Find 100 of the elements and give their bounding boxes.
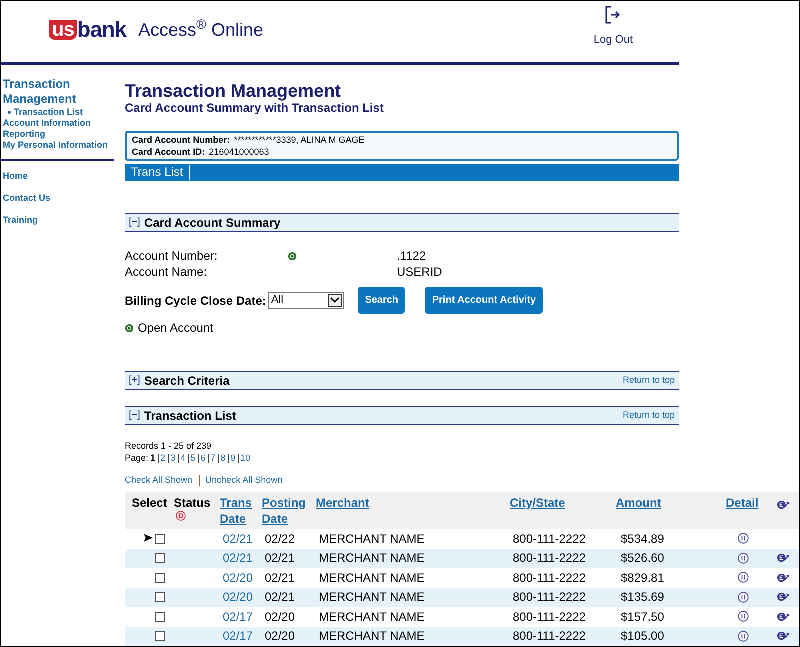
return-to-top-link[interactable]: Return to top: [622, 374, 675, 388]
section-toggle[interactable]: [−]: [129, 215, 140, 230]
uncheck-all-link[interactable]: Uncheck All Shown: [206, 474, 283, 486]
row-checkbox[interactable]: [155, 553, 165, 564]
section-toggle[interactable]: [−]: [129, 408, 140, 423]
logout-icon: [605, 6, 622, 24]
search-button[interactable]: Search: [358, 287, 406, 314]
sidebar-link[interactable]: Training: [3, 215, 114, 225]
detail-icon[interactable]: [738, 533, 749, 544]
export-icon[interactable]: [777, 553, 790, 564]
records-count: Records 1 - 25 of 239: [125, 440, 213, 452]
table-cell: $105.00: [621, 629, 664, 644]
billing-cycle-select[interactable]: All: [268, 292, 344, 309]
row-checkbox[interactable]: [155, 612, 165, 622]
export-icon[interactable]: [777, 500, 790, 510]
section-title: Search Criteria: [144, 372, 230, 390]
detail-icon[interactable]: [738, 630, 749, 642]
detail-icon[interactable]: [738, 552, 749, 564]
field-label: Account Name:: [125, 264, 208, 281]
page-link[interactable]: 8: [220, 452, 226, 464]
table-cell: MERCHANT NAME: [319, 551, 425, 566]
export-icon[interactable]: [777, 572, 790, 583]
table-cell: MERCHANT NAME: [319, 629, 425, 644]
field-value: ************3339, ALINA M GAGE: [234, 134, 365, 146]
column-header-link[interactable]: Trans Date: [220, 495, 259, 527]
field-value: .1122: [397, 248, 426, 265]
check-all-link[interactable]: Check All Shown: [125, 474, 193, 486]
row-checkbox[interactable]: [155, 572, 165, 583]
table-cell: MERCHANT NAME: [319, 532, 425, 546]
table-cell: $829.81: [621, 570, 664, 585]
logo-shield: us: [49, 20, 78, 40]
table-cell: 02/21: [265, 551, 296, 566]
table-cell: 02/20: [265, 629, 296, 644]
return-to-top-link[interactable]: Return to top: [622, 408, 675, 422]
product-name: Access$^{®}$ Online: [138, 20, 264, 40]
table-cell: 02/21: [265, 590, 296, 604]
logout-link[interactable]: Log Out: [594, 6, 633, 49]
row-checkbox[interactable]: [155, 631, 165, 642]
page-link[interactable]: 5: [190, 452, 196, 464]
column-header-link[interactable]: City/State: [510, 495, 566, 511]
sidebar-item[interactable]: Account Information: [3, 118, 114, 129]
column-header-link[interactable]: Detail: [726, 495, 759, 511]
section-toggle[interactable]: [+]: [129, 373, 140, 388]
sidebar-item[interactable]: My Personal Information: [3, 140, 114, 151]
page-link[interactable]: 9: [230, 452, 236, 464]
page-subtitle: Card Account Summary with Transaction List: [125, 101, 385, 115]
column-header-link[interactable]: Posting Date: [262, 495, 313, 527]
row-checkbox[interactable]: [155, 592, 165, 602]
table-cell: 800-111-2222: [513, 551, 586, 566]
table-cell: 800-111-2222: [513, 532, 586, 546]
transaction-date-link[interactable]: 02/21: [223, 532, 254, 546]
sidebar-subitem[interactable]: Transaction List: [14, 107, 84, 118]
status-dot-icon: [288, 252, 297, 260]
table-cell: 800-111-2222: [513, 570, 586, 585]
transaction-date-link[interactable]: 02/20: [223, 570, 254, 585]
field-label: Card Account Number:: [132, 134, 230, 146]
table-cell: 02/21: [265, 570, 296, 585]
sidebar-link[interactable]: Contact Us: [3, 193, 114, 203]
page-link[interactable]: 10: [240, 452, 251, 464]
page-link[interactable]: 6: [200, 452, 206, 464]
transaction-date-link[interactable]: 02/20: [223, 590, 254, 604]
table-cell: MERCHANT NAME: [319, 610, 425, 624]
column-header-link[interactable]: Merchant: [316, 495, 370, 511]
page-link[interactable]: 4: [180, 452, 186, 464]
page-title: Transaction Management: [125, 81, 342, 101]
table-cell: MERCHANT NAME: [319, 590, 425, 604]
page-link[interactable]: 2: [160, 452, 166, 464]
column-header: Status: [174, 496, 211, 510]
export-icon[interactable]: [777, 592, 790, 602]
detail-icon[interactable]: [738, 592, 749, 603]
export-icon[interactable]: [777, 612, 790, 622]
detail-icon[interactable]: [738, 572, 749, 584]
transaction-date-link[interactable]: 02/21: [223, 551, 254, 566]
page-link[interactable]: 3: [170, 452, 176, 464]
current-row-pointer-icon: [144, 534, 153, 542]
column-header-link[interactable]: Amount: [616, 495, 662, 511]
tab[interactable]: Trans List: [125, 165, 190, 180]
transaction-date-link[interactable]: 02/17: [223, 610, 254, 624]
table-cell: 800-111-2222: [513, 590, 586, 604]
sidebar-item[interactable]: Reporting: [3, 129, 114, 140]
print-button[interactable]: Print Account Activity: [425, 287, 544, 314]
logo-wordmark: bank: [77, 20, 126, 40]
page-link[interactable]: 7: [210, 452, 216, 464]
table-cell: $526.60: [621, 551, 664, 566]
detail-icon[interactable]: [738, 611, 749, 622]
export-icon[interactable]: [777, 631, 790, 642]
table-cell: $534.89: [621, 532, 664, 546]
section-title: Card Account Summary: [144, 214, 281, 232]
table-cell: $157.50: [621, 610, 664, 624]
page-link[interactable]: 1: [150, 452, 156, 464]
table-cell: MERCHANT NAME: [319, 570, 425, 585]
sidebar-link[interactable]: Home: [3, 171, 114, 181]
transaction-date-link[interactable]: 02/17: [223, 629, 254, 644]
status-legend-icon: [176, 511, 186, 521]
sidebar-heading[interactable]: Transaction Management: [3, 77, 93, 107]
legend-dot-icon: [125, 324, 134, 332]
table-cell: $135.69: [621, 590, 664, 604]
table-cell: 800-111-2222: [513, 610, 586, 624]
row-checkbox[interactable]: [155, 534, 165, 544]
table-cell: 02/22: [265, 532, 296, 546]
